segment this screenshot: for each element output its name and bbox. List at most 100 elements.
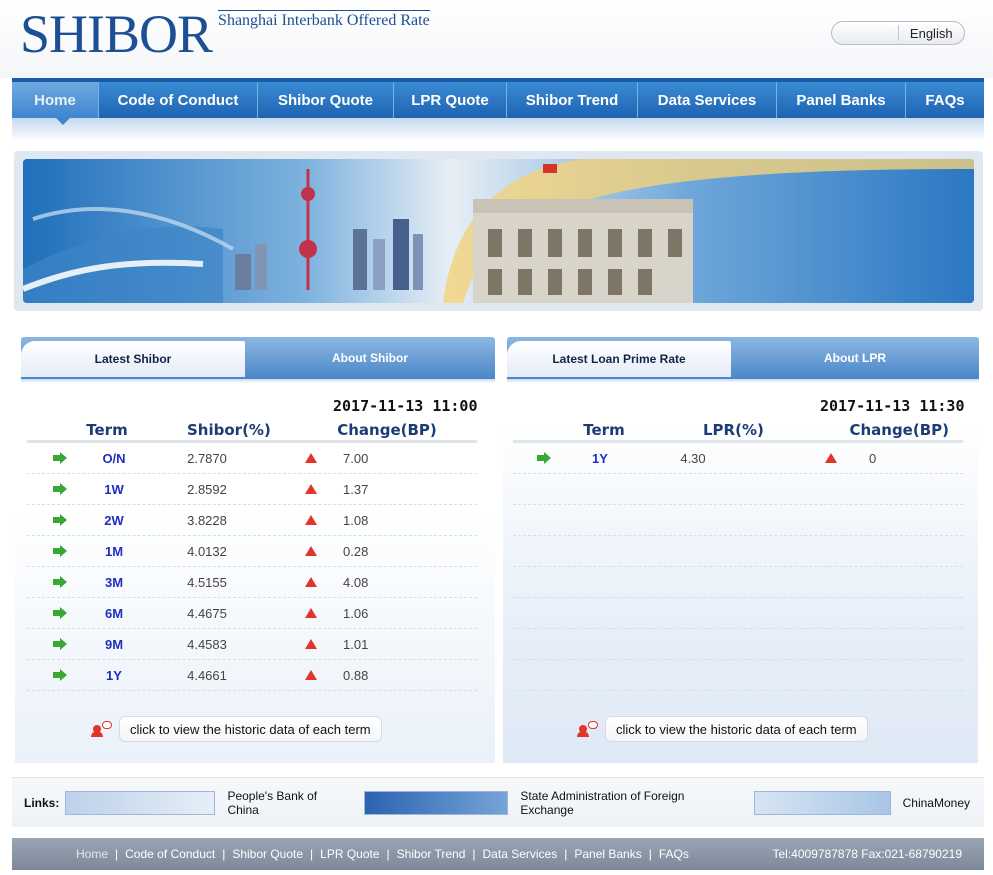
arrow-up-icon [305, 639, 317, 649]
row-rate: 4.4583 [187, 636, 227, 652]
empty-row [513, 660, 963, 691]
tab-about-lpr[interactable]: About LPR [731, 337, 979, 379]
nav-shibor-trend[interactable]: Shibor Trend [507, 82, 638, 118]
arrow-right-icon [53, 452, 67, 464]
empty-row [513, 629, 963, 660]
arrow-right-icon [53, 576, 67, 588]
lang-english-link[interactable]: English [899, 26, 965, 41]
tab-shadow [507, 379, 979, 383]
site-logo[interactable]: SHIBOR Shanghai Interbank Offered Rate [20, 4, 430, 68]
site-header: SHIBOR Shanghai Interbank Offered Rate E… [0, 0, 993, 78]
table-row[interactable]: 1W 2.8592 1.37 [27, 474, 477, 505]
nav-code-of-conduct[interactable]: Code of Conduct [99, 82, 258, 118]
link-pboc[interactable]: People's Bank of China [227, 789, 350, 817]
link-chinamoney[interactable]: ChinaMoney [903, 796, 970, 810]
logo-subtitle: Shanghai Interbank Offered Rate [218, 10, 430, 30]
row-term[interactable]: 2W [91, 513, 137, 528]
row-change: 1.01 [343, 636, 369, 652]
lpr-history-link[interactable]: click to view the historic data of each … [605, 716, 868, 742]
tab-about-shibor[interactable]: About Shibor [245, 337, 495, 379]
table-row[interactable]: 1Y 4.4661 0.88 [27, 660, 477, 691]
logo-wordmark: SHIBOR [20, 4, 213, 64]
nav-home[interactable]: Home [12, 82, 99, 118]
table-row[interactable]: 1Y 4.30 0 [513, 443, 963, 474]
footer-link-shibor-trend[interactable]: Shibor Trend [392, 847, 471, 861]
tab-latest-shibor[interactable]: Latest Shibor [21, 341, 245, 377]
footer-link-panel-banks[interactable]: Panel Banks [569, 847, 646, 861]
nav-data-services[interactable]: Data Services [638, 82, 777, 118]
arrow-up-icon [305, 484, 317, 494]
arrow-up-icon [305, 453, 317, 463]
row-change: 1.08 [343, 512, 369, 528]
shibor-timestamp: 2017-11-13 11:00 [333, 397, 478, 415]
row-term[interactable]: 1Y [91, 668, 137, 683]
nav-shibor-quote[interactable]: Shibor Quote [258, 82, 394, 118]
row-term[interactable]: 1W [91, 482, 137, 497]
table-row[interactable]: 9M 4.4583 1.01 [27, 629, 477, 660]
row-term[interactable]: 3M [91, 575, 137, 590]
footer-link-data-services[interactable]: Data Services [478, 847, 563, 861]
tab-latest-lpr[interactable]: Latest Loan Prime Rate [507, 341, 731, 377]
user-chat-icon [91, 721, 113, 737]
row-change: 1.37 [343, 481, 369, 497]
row-change: 4.08 [343, 574, 369, 590]
arrow-up-icon [305, 670, 317, 680]
row-change: 1.06 [343, 605, 369, 621]
logo-english-name: Shanghai Interbank Offered Rate [218, 10, 430, 29]
arrow-right-icon [537, 452, 551, 464]
safe-logo[interactable] [364, 790, 509, 815]
table-row[interactable]: O/N 2.7870 7.00 [27, 443, 477, 474]
table-row[interactable]: 3M 4.5155 4.08 [27, 567, 477, 598]
row-change: 0.88 [343, 667, 369, 683]
shibor-history-link[interactable]: click to view the historic data of each … [119, 716, 382, 742]
language-switch: English [831, 21, 965, 45]
banner-image [23, 159, 974, 303]
footer-nav: Home | Code of Conduct | Shibor Quote | LPR… [71, 847, 694, 861]
footer-link-lpr-quote[interactable]: LPR Quote [315, 847, 384, 861]
row-term[interactable]: 1M [91, 544, 137, 559]
lpr-panel: Latest Loan Prime Rate About LPR 2017-11… [503, 337, 979, 763]
row-change: 7.00 [343, 450, 369, 466]
row-rate: 4.4661 [187, 667, 227, 683]
row-term[interactable]: 9M [91, 637, 137, 652]
lpr-history-button[interactable]: click to view the historic data of each … [577, 716, 868, 742]
col-term: Term [86, 421, 128, 439]
footer-link-faqs[interactable]: FAQs [654, 847, 694, 861]
col-term: Term [583, 421, 625, 439]
chinamoney-logo[interactable] [754, 790, 891, 815]
table-row[interactable]: 6M 4.4675 1.06 [27, 598, 477, 629]
footer-link-shibor-quote[interactable]: Shibor Quote [227, 847, 308, 861]
row-rate: 3.8228 [187, 512, 227, 528]
footer-link-code-of-conduct[interactable]: Code of Conduct [120, 847, 220, 861]
nav-lpr-quote[interactable]: LPR Quote [394, 82, 507, 118]
banner-illustration [23, 159, 974, 303]
table-row[interactable]: 1M 4.0132 0.28 [27, 536, 477, 567]
footer-contact: Tel:4009787878 Fax:021-68790219 [772, 847, 963, 861]
tab-shadow [21, 379, 495, 383]
footer-link-home[interactable]: Home [71, 847, 113, 861]
empty-row [513, 567, 963, 598]
pboc-logo[interactable] [65, 790, 216, 815]
row-change: 0.28 [343, 543, 369, 559]
row-rate: 4.4675 [187, 605, 227, 621]
arrow-up-icon [305, 577, 317, 587]
shibor-history-button[interactable]: click to view the historic data of each … [91, 716, 382, 742]
links-label: Links: [24, 795, 60, 810]
arrow-right-icon [53, 545, 67, 557]
link-safe[interactable]: State Administration of Foreign Exchange [520, 789, 738, 817]
table-row[interactable]: 2W 3.8228 1.08 [27, 505, 477, 536]
nav-faqs[interactable]: FAQs [906, 82, 984, 118]
row-rate: 4.30 [680, 450, 706, 466]
row-term[interactable]: 1Y [587, 451, 613, 466]
arrow-right-icon [53, 483, 67, 495]
lpr-table: 1Y 4.30 0 [513, 443, 963, 691]
row-term[interactable]: 6M [91, 606, 137, 621]
empty-row [513, 536, 963, 567]
nav-panel-banks[interactable]: Panel Banks [777, 82, 906, 118]
arrow-right-icon [53, 607, 67, 619]
row-term[interactable]: O/N [91, 451, 137, 466]
nav-shadow [12, 118, 984, 140]
row-rate: 4.0132 [187, 543, 227, 559]
col-shibor: Shibor(%) [187, 421, 271, 439]
empty-row [513, 505, 963, 536]
